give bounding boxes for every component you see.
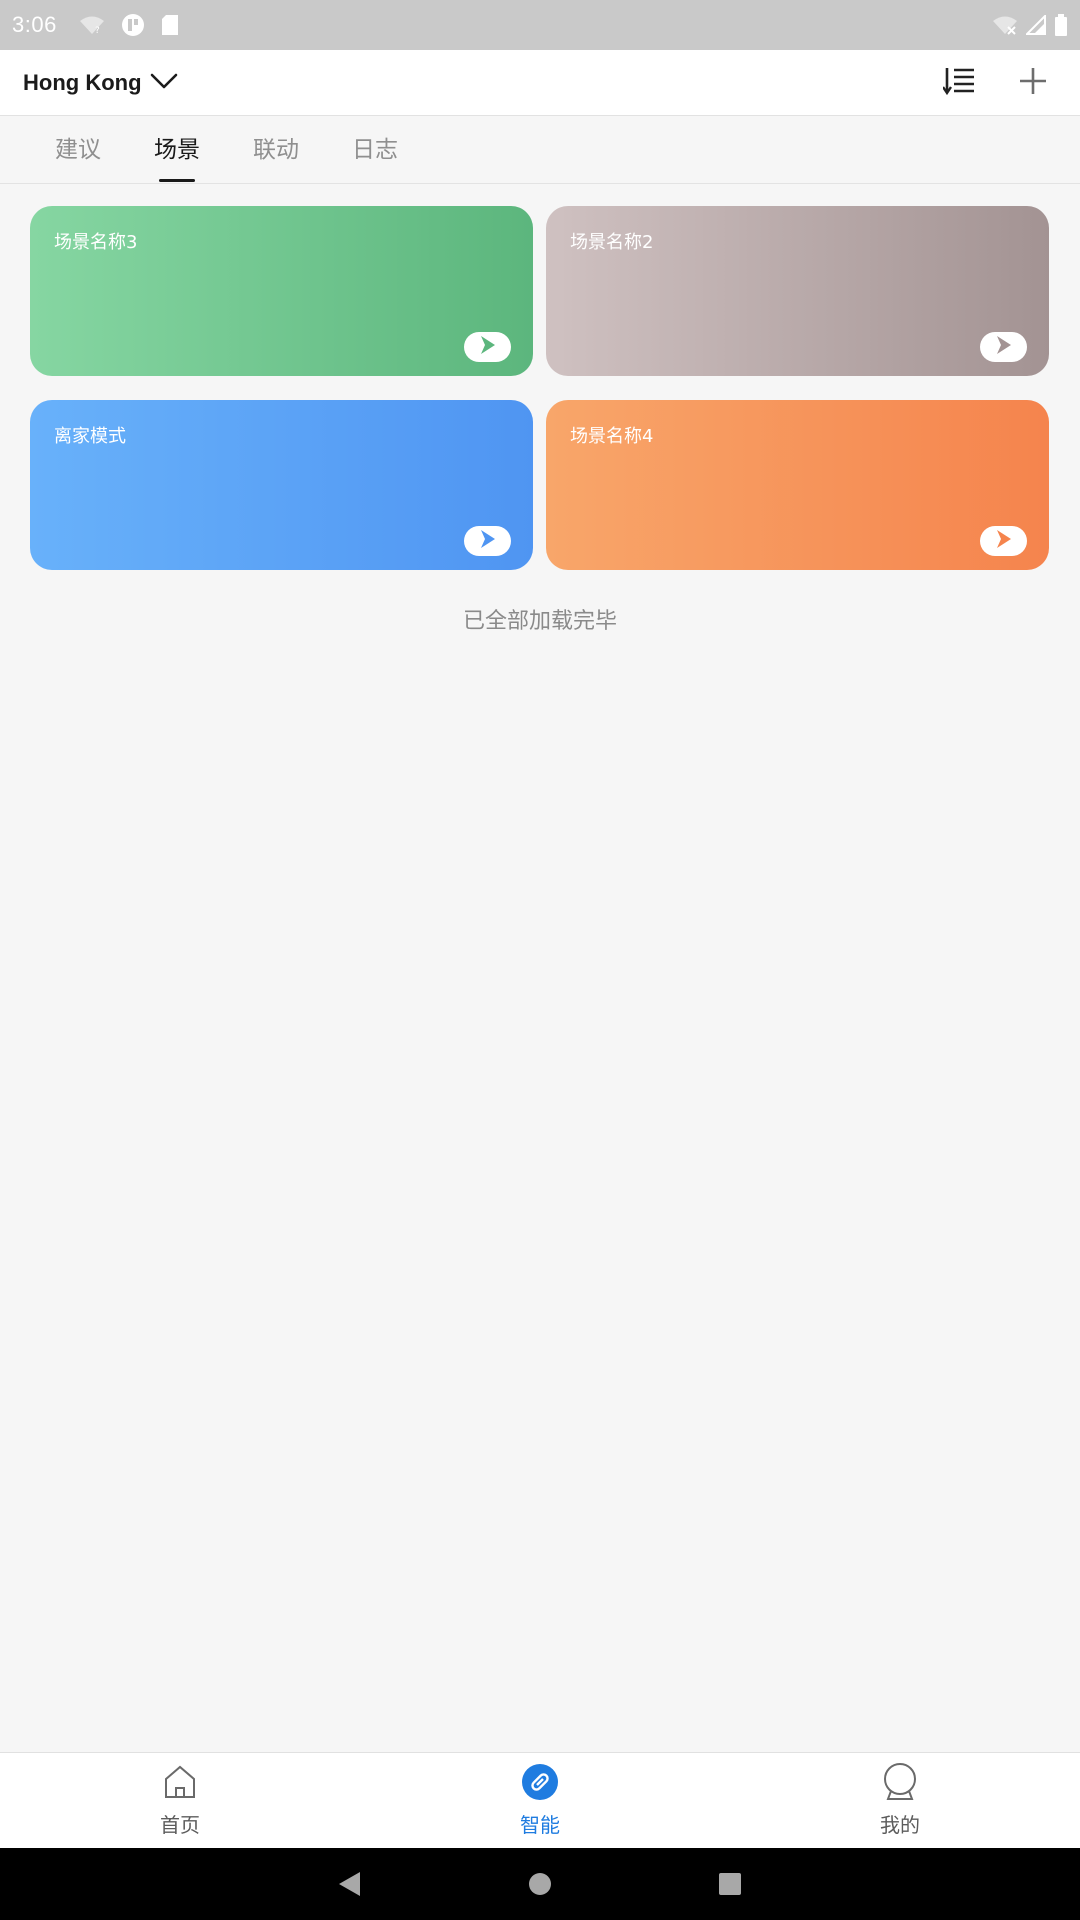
add-button[interactable] [1009, 59, 1057, 107]
wifi-off-icon [992, 15, 1018, 35]
load-complete-text: 已全部加载完毕 [462, 609, 617, 634]
play-icon [479, 529, 497, 553]
play-icon [479, 335, 497, 359]
bottom-nav: 首页 智能 我的 [0, 1752, 1080, 1848]
scene-grid: 场景名称3 场景名称2 离家模式 场景名称4 [30, 206, 1050, 570]
signal-icon [1026, 15, 1046, 35]
status-time: 3:06 [12, 12, 57, 37]
scene-card[interactable]: 场景名称4 [546, 400, 1049, 570]
app-notification-icon [121, 13, 145, 37]
tab-bar: 建议 场景 联动 日志 [0, 116, 1080, 184]
scene-name: 场景名称2 [570, 232, 654, 253]
svg-text:?: ? [95, 26, 100, 35]
nav-item-smart[interactable]: 智能 [360, 1753, 720, 1848]
recents-square-icon[interactable] [710, 1864, 750, 1904]
status-left-icons: ? [79, 13, 179, 37]
tab-automation[interactable]: 联动 [253, 116, 299, 184]
sd-card-icon [161, 14, 179, 36]
scene-name: 场景名称3 [54, 232, 138, 253]
play-icon [995, 335, 1013, 359]
scene-name: 场景名称4 [570, 426, 654, 447]
system-nav-bar [0, 1848, 1080, 1920]
tab-suggest[interactable]: 建议 [55, 116, 101, 184]
plus-icon [1018, 66, 1048, 100]
location-label: Hong Kong [23, 69, 142, 95]
tab-scene[interactable]: 场景 [154, 116, 200, 184]
battery-icon [1054, 14, 1068, 36]
status-right-icons [992, 14, 1068, 36]
home-icon [161, 1763, 199, 1801]
scene-play-button[interactable] [464, 332, 511, 362]
scene-card[interactable]: 场景名称2 [546, 206, 1049, 376]
profile-icon [881, 1763, 919, 1801]
nav-label: 我的 [880, 1813, 920, 1837]
scene-play-button[interactable] [464, 526, 511, 556]
nav-label: 首页 [160, 1813, 200, 1837]
header-actions [935, 59, 1057, 107]
play-icon [995, 529, 1013, 553]
back-icon[interactable] [330, 1864, 370, 1904]
scene-card[interactable]: 场景名称3 [30, 206, 533, 376]
tab-log[interactable]: 日志 [352, 116, 398, 184]
scene-card[interactable]: 离家模式 [30, 400, 533, 570]
location-selector[interactable]: Hong Kong [23, 70, 178, 96]
nav-item-home[interactable]: 首页 [0, 1753, 360, 1848]
wifi-question-icon: ? [79, 15, 105, 35]
smart-link-icon [521, 1763, 559, 1801]
nav-item-profile[interactable]: 我的 [720, 1753, 1080, 1848]
sort-button[interactable] [935, 59, 983, 107]
nav-label: 智能 [520, 1813, 560, 1837]
scene-play-button[interactable] [980, 332, 1027, 362]
scene-play-button[interactable] [980, 526, 1027, 556]
scene-name: 离家模式 [54, 426, 126, 447]
status-bar: 3:06 ? [0, 0, 1080, 50]
app-header: Hong Kong [0, 50, 1080, 116]
home-circle-icon[interactable] [520, 1864, 560, 1904]
sort-list-icon [942, 66, 975, 100]
chevron-down-icon [150, 70, 178, 96]
